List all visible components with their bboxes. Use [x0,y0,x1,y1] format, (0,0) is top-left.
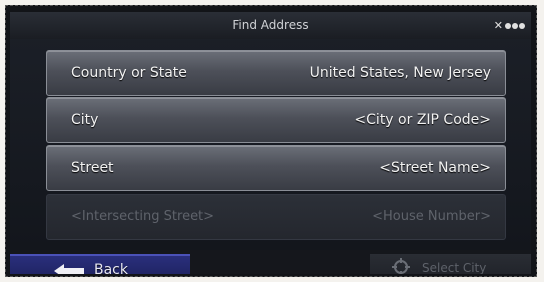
street-value: <Street Name> [379,160,491,176]
signal-dot-icon [512,23,518,29]
country-or-state-label: Country or State [71,65,187,81]
country-or-state-row[interactable]: Country or State United States, New Jers… [46,50,506,96]
signal-dot-icon [519,23,525,29]
title-bar: Find Address ✕ [10,12,531,39]
street-label: Street [71,160,114,176]
find-address-screen: Find Address ✕ Country or State United S… [10,12,531,274]
city-row[interactable]: City <City or ZIP Code> [46,97,506,143]
intersecting-street-row: <Intersecting Street> <House Number> [46,194,506,240]
city-value: <City or ZIP Code> [354,112,491,128]
back-label: Back [94,262,128,274]
back-button[interactable]: Back [10,254,190,274]
country-or-state-value: United States, New Jersey [309,65,491,81]
city-label: City [71,112,99,128]
crosshair-icon [392,258,410,274]
select-city-label: Select City [422,261,487,274]
house-number-label: <House Number> [372,209,491,224]
intersecting-street-label: <Intersecting Street> [71,209,215,224]
satellite-icon: ✕ [493,19,504,32]
signal-dot-icon [505,23,511,29]
street-row[interactable]: Street <Street Name> [46,145,506,191]
select-city-button: Select City [370,254,531,274]
status-indicators: ✕ [494,19,525,32]
back-arrow-icon [54,264,84,274]
page-title: Find Address [232,18,309,32]
